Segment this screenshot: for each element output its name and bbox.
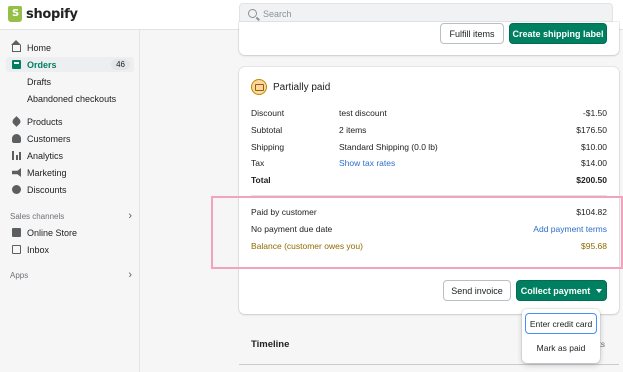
sidebar-item-label: Online Store [27,227,78,238]
logo-text: shopify [26,6,78,22]
apps-heading[interactable]: Apps › [10,269,132,281]
payment-card: Partially paid Discount test discount -$… [239,67,619,314]
payment-status-title: Partially paid [273,81,331,93]
sidebar-item-products[interactable]: Products [6,114,134,129]
sidebar-item-discounts[interactable]: Discounts [6,182,134,197]
payment-status-header: Partially paid [251,79,330,95]
line-label: Discount [251,108,285,118]
sidebar-item-home[interactable]: Home [6,40,134,55]
collect-payment-button[interactable]: Collect payment [516,280,607,301]
search-input[interactable]: Search [239,3,613,24]
sidebar-item-analytics[interactable]: Analytics [6,148,134,163]
sidebar-item-marketing[interactable]: Marketing [6,165,134,180]
timeline-title: Timeline [251,339,290,350]
sales-channels-label: Sales channels [10,211,65,221]
chevron-right-icon: › [128,210,132,222]
shopping-bag-icon [8,6,22,22]
sidebar-item-label: Inbox [27,244,50,255]
tag-icon [11,116,22,127]
partially-paid-icon [251,79,267,95]
fulfill-items-button[interactable]: Fulfill items [440,23,504,44]
apps-label: Apps [10,270,29,280]
search-placeholder: Search [263,8,292,19]
sidebar-subitem-drafts[interactable]: Drafts [27,77,51,87]
line-amount: $176.50 [576,125,607,135]
sidebar-item-label: Analytics [27,150,64,161]
store-icon [12,228,21,237]
sidebar-item-label: Customers [27,133,71,144]
search-icon [248,9,257,18]
sidebar: Home Orders 46 Drafts Abandoned checkout… [0,30,140,372]
orders-icon [12,60,21,69]
sidebar-item-label: Home [27,42,52,53]
line-amount: $14.00 [581,158,607,168]
inbox-icon [12,245,21,254]
sidebar-item-orders[interactable]: Orders 46 [6,57,134,72]
line-amount: $10.00 [581,142,607,152]
sidebar-subitem-abandoned-checkouts[interactable]: Abandoned checkouts [27,94,116,104]
line-detail: 2 items [339,125,367,135]
send-invoice-button[interactable]: Send invoice [443,280,511,301]
line-label: Shipping [251,142,285,152]
sidebar-item-label: Products [27,116,63,127]
shopify-logo[interactable]: shopify [8,6,78,22]
collect-payment-label: Collect payment [520,285,591,296]
person-icon [12,134,21,143]
highlight-box [211,196,623,269]
line-label: Subtotal [251,125,283,135]
line-amount: -$1.50 [582,108,607,118]
sidebar-item-label: Orders [27,59,57,70]
collect-payment-menu: Enter credit card Mark as paid [522,309,600,363]
line-amount: $200.50 [576,175,607,185]
sidebar-item-inbox[interactable]: Inbox [6,242,134,257]
fulfillment-card: Fulfill items Create shipping label [239,22,619,55]
sidebar-item-label: Discounts [27,184,67,195]
discount-icon [12,185,21,194]
megaphone-icon [12,168,21,177]
line-label: Tax [251,158,265,168]
sidebar-item-online-store[interactable]: Online Store [6,225,134,240]
menu-item-mark-as-paid[interactable]: Mark as paid [525,337,597,358]
line-detail: test discount [339,108,387,118]
menu-item-enter-credit-card[interactable]: Enter credit card [525,313,597,334]
home-icon [11,40,21,52]
sidebar-item-label: Marketing [27,167,67,178]
line-detail: Standard Shipping (0.0 lb) [339,142,438,152]
line-label: Total [251,175,271,185]
create-shipping-label-button[interactable]: Create shipping label [509,23,607,44]
show-tax-rates-link[interactable]: Show tax rates [339,158,395,168]
caret-down-icon [596,288,603,293]
sidebar-item-customers[interactable]: Customers [6,131,134,146]
orders-count-badge: 46 [111,59,130,70]
sales-channels-heading[interactable]: Sales channels › [10,210,132,222]
bar-chart-icon [12,151,21,160]
chevron-right-icon: › [128,269,132,281]
